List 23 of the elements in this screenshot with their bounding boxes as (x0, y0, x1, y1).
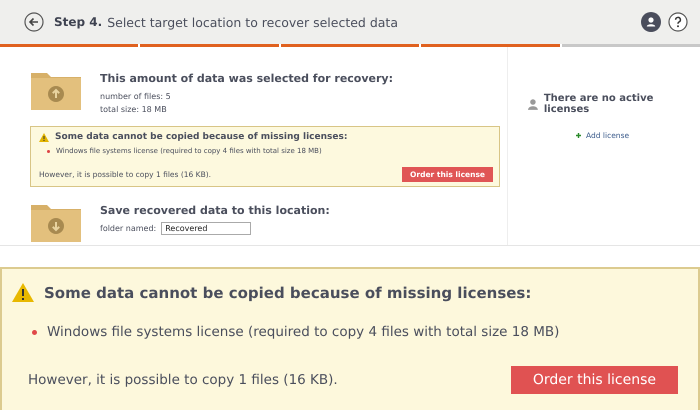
warning-icon (39, 132, 49, 142)
section-heading: Save recovered data to this location: (100, 204, 330, 217)
bullet-icon (47, 150, 50, 152)
order-license-button[interactable]: Order this license (510, 366, 678, 394)
bullet-icon (32, 330, 37, 334)
section-heading: This amount of data was selected for recovery: (100, 72, 393, 85)
account-icon[interactable] (641, 12, 661, 32)
copy-note: However, it is possible to copy 1 files (16 KB). (28, 372, 338, 388)
folder-name-field[interactable]: Recovered (161, 222, 252, 235)
page-title: Select target location to recover selected data (107, 14, 398, 30)
step-number: Step 4. (54, 15, 102, 29)
warning-heading: Some data cannot be copied because of missing licenses: (55, 132, 348, 142)
licenses-status: There are no active licenses (544, 93, 654, 115)
field-label: folder named: (100, 223, 156, 235)
summary-text: number of files: 5 (100, 91, 172, 103)
help-icon[interactable] (668, 12, 688, 32)
person-icon (528, 98, 538, 110)
summary-text: total size: 18 MB (100, 104, 168, 116)
warning-heading: Some data cannot be copied because of missing licenses: (44, 284, 532, 302)
warning-icon (12, 283, 34, 302)
back-button[interactable] (24, 12, 44, 32)
plus-icon (576, 133, 581, 138)
license-item: Windows file systems license (required to copy 4 files with total size 18 MB) (47, 324, 560, 340)
